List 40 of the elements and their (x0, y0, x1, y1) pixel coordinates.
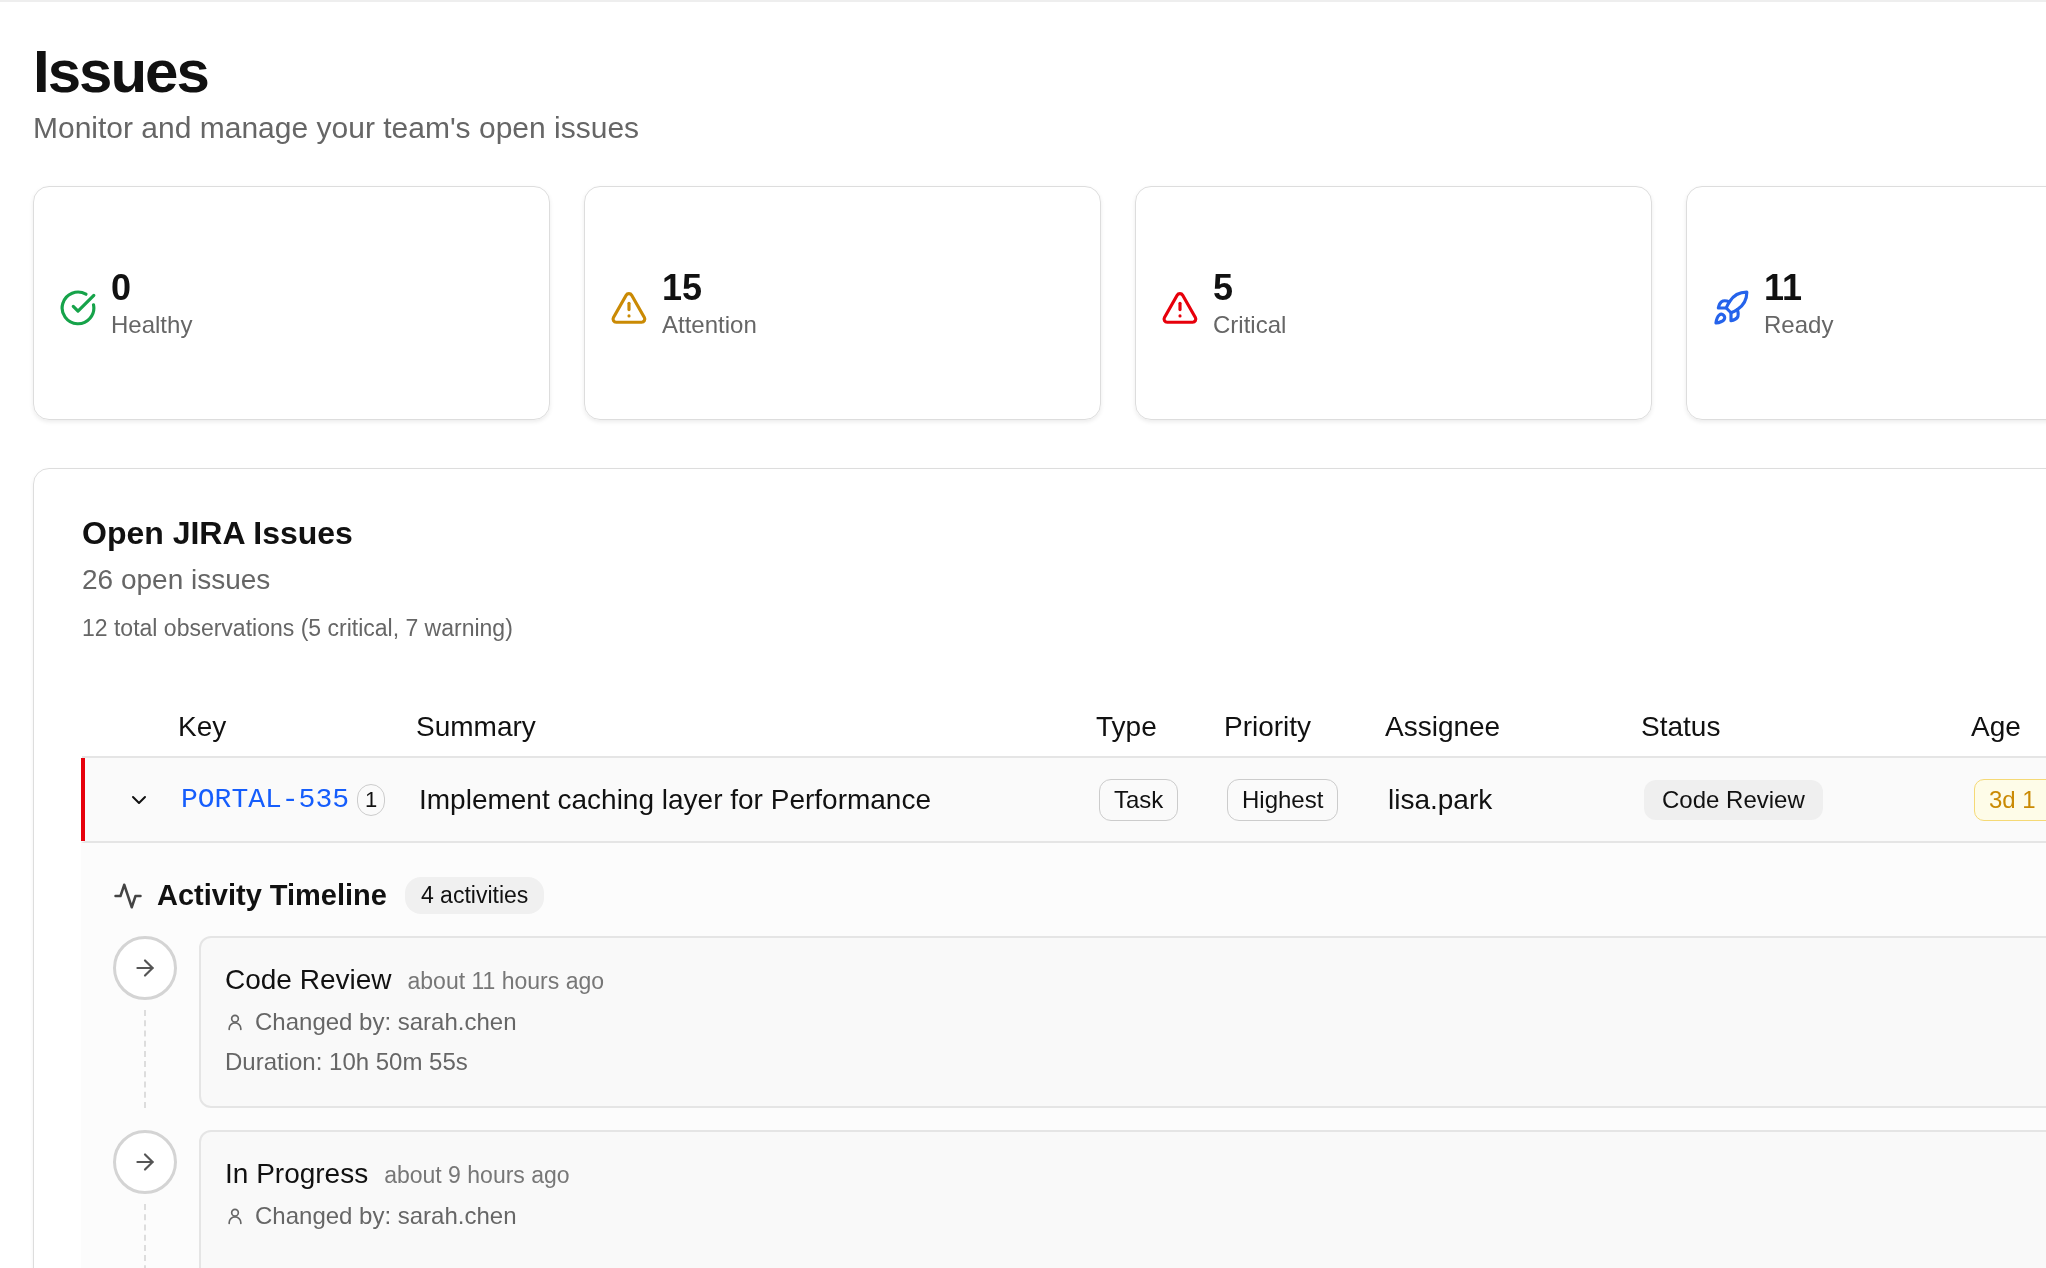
page-title: Issues (33, 38, 209, 106)
stat-label: Healthy (111, 311, 193, 339)
page-subtitle: Monitor and manage your team's open issues (33, 110, 641, 146)
table-cell: lisa.park (1388, 783, 1493, 816)
column-header: Status (1641, 711, 1722, 743)
column-header: Summary (416, 711, 537, 743)
panel-title: Open JIRA Issues (82, 514, 354, 553)
column-header: Age (1971, 711, 2022, 743)
stat-value: 5 (1213, 267, 1235, 309)
issue-row[interactable]: PORTAL-535 1 Implement caching layer for Performance Task Highest lisa.park Code Review 3d 1 (81, 758, 2046, 843)
activity-count-badge: 4 activities (404, 877, 545, 914)
column-header: Key (178, 711, 228, 743)
stat-value: 11 (1764, 267, 1804, 309)
timeline-title: Activity Timeline (157, 879, 387, 912)
table-cell: Implement caching layer for Performance (419, 783, 931, 816)
stat-value: 0 (111, 267, 133, 309)
activity-time: about 9 hours ago (384, 1162, 570, 1189)
column-header: Priority (1224, 711, 1313, 743)
column-header: Assignee (1385, 711, 1502, 743)
stat-label: Ready (1764, 311, 1834, 339)
status-badge: Code Review (1644, 779, 1823, 820)
stat-value: 15 (662, 267, 704, 309)
observations-summary: 12 total observations (5 critical, 7 warning) (82, 615, 514, 642)
duration: Duration: 10h 50m 55s (225, 1048, 469, 1076)
activity-status: In Progress (225, 1158, 369, 1190)
person-icon (225, 1206, 245, 1226)
person-icon (225, 1012, 245, 1032)
type-badge: Task (1099, 778, 1179, 821)
changed-by: Changed by: sarah.chen (255, 1202, 517, 1230)
age-badge: 3d 1 (1974, 778, 2046, 821)
column-header: Type (1096, 711, 1158, 743)
activity-icon (113, 880, 143, 911)
stat-label: Attention (662, 311, 757, 339)
activity-time: about 11 hours ago (407, 968, 605, 995)
issue-count: 26 open issues (82, 563, 272, 597)
changed-by: Changed by: sarah.chen (255, 1008, 517, 1036)
stat-label: Critical (1213, 311, 1287, 339)
activity-status: Code Review (225, 964, 392, 996)
priority-badge: Highest (1227, 778, 1339, 821)
issue-key-link[interactable]: PORTAL-535 (181, 784, 350, 815)
